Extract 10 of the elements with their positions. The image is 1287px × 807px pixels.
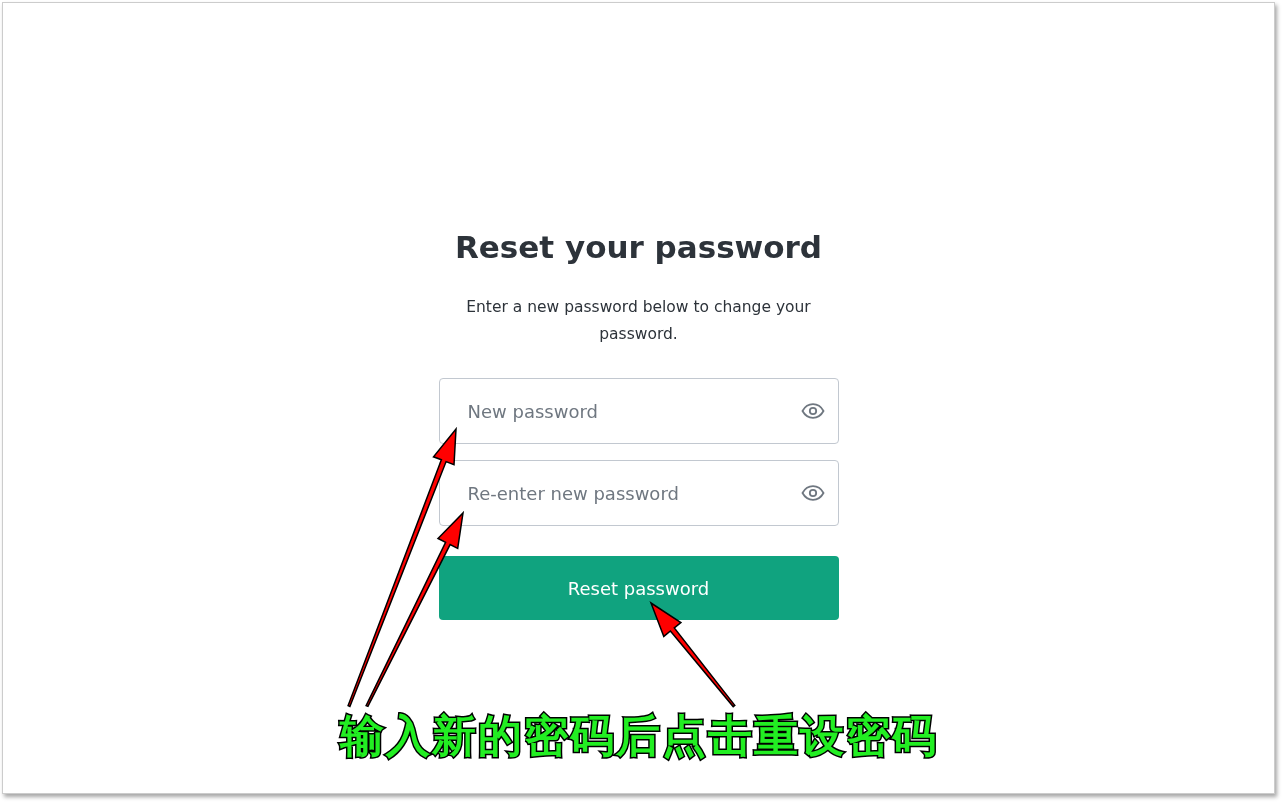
show-password-button[interactable] <box>800 403 825 420</box>
instruction-text: Enter a new password below to change your password. <box>465 297 812 346</box>
password-field[interactable]: Re-enter new password <box>438 460 839 527</box>
eye-icon <box>800 485 825 502</box>
annotation-caption: 输入新的密码后点击重设密码 <box>339 710 938 761</box>
reset-password-button[interactable]: Reset password <box>438 556 839 621</box>
page-title: Reset your password <box>453 229 824 267</box>
eye-icon <box>800 403 825 420</box>
password-field[interactable]: New password <box>438 378 839 445</box>
show-password-button[interactable] <box>800 485 825 502</box>
